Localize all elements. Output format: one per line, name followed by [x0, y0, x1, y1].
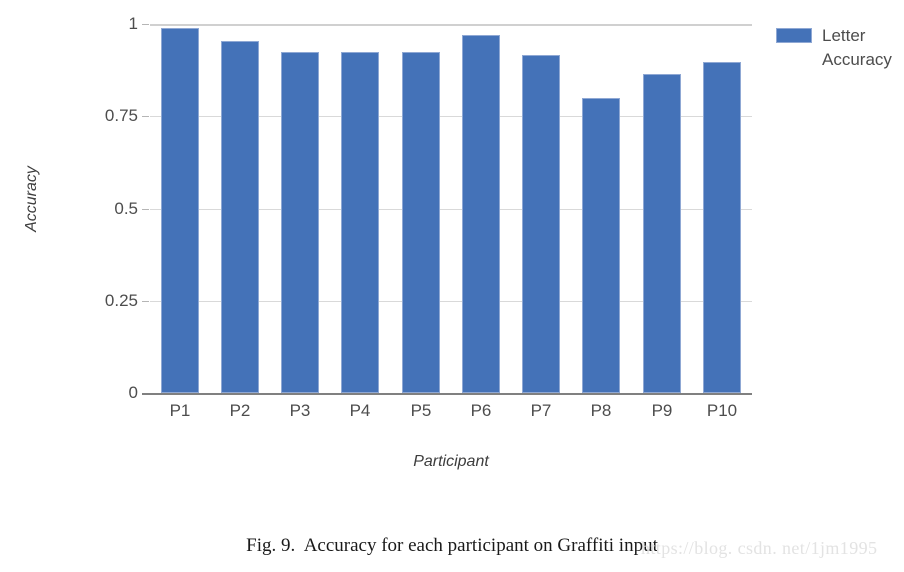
y-tick-mark	[142, 24, 149, 25]
x-tick-label-P9: P9	[651, 401, 673, 420]
x-tick-label-P3: P3	[289, 401, 311, 420]
bar-slot	[571, 24, 631, 393]
bar-P9[interactable]	[643, 73, 681, 393]
y-axis-title: Accuracy	[23, 166, 40, 232]
y-axis-tick-labels: 1 0.75 0.5 0.25 0	[76, 14, 138, 402]
bar-slot	[391, 24, 451, 393]
bar-slot	[330, 24, 390, 393]
legend-label-line1: Letter	[822, 26, 866, 45]
legend-swatch-letter-accuracy	[776, 28, 812, 43]
bar-slot	[150, 24, 210, 393]
bar-slot	[210, 24, 270, 393]
x-tick-label-P10: P10	[706, 401, 738, 420]
bar-slot	[632, 24, 692, 393]
x-axis-line	[142, 393, 752, 395]
y-tick-label: 0.25	[104, 290, 138, 310]
x-tick-label-P1: P1	[169, 401, 191, 420]
bar-P1[interactable]	[161, 27, 199, 393]
figure-container: 1 0.75 0.5 0.25 0 Accuracy P1 P2 P3 P4 P…	[0, 0, 904, 572]
x-tick-label-P4: P4	[349, 401, 371, 420]
plot-area	[142, 24, 752, 395]
legend-label-line2: Accuracy	[822, 50, 892, 69]
bar-P7[interactable]	[522, 55, 560, 393]
y-tick-label: 0.5	[114, 198, 138, 218]
x-tick-label-P7: P7	[530, 401, 552, 420]
x-axis-title: Participant	[413, 453, 489, 470]
y-tick-label: 0.75	[104, 106, 138, 126]
y-tick-label: 0	[128, 383, 138, 402]
x-tick-label-P5: P5	[410, 401, 432, 420]
bar-P10[interactable]	[703, 62, 741, 393]
x-axis-tick-labels: P1 P2 P3 P4 P5 P6 P7 P8 P9 P10	[150, 401, 752, 427]
bar-P2[interactable]	[221, 40, 259, 393]
legend: Letter Accuracy	[776, 24, 904, 72]
bar-slot	[511, 24, 571, 393]
bar-slot	[451, 24, 511, 393]
bar-P5[interactable]	[402, 51, 440, 393]
bar-slot	[692, 24, 752, 393]
bar-P8[interactable]	[582, 97, 620, 393]
bar-P4[interactable]	[341, 51, 379, 393]
legend-label-letter-accuracy: Letter Accuracy	[822, 24, 904, 72]
x-tick-label-P8: P8	[590, 401, 612, 420]
x-tick-label-P6: P6	[470, 401, 492, 420]
bar-P3[interactable]	[281, 51, 319, 393]
y-tick-label: 1	[128, 14, 138, 33]
y-tick-mark	[142, 116, 149, 118]
watermark-text: https://blog. csdn. net/1jm1995	[641, 538, 878, 558]
y-tick-mark	[142, 300, 149, 302]
x-tick-label-P2: P2	[229, 401, 251, 420]
y-tick-mark	[142, 208, 149, 210]
bar-slot	[270, 24, 330, 393]
bar-P6[interactable]	[462, 35, 500, 393]
